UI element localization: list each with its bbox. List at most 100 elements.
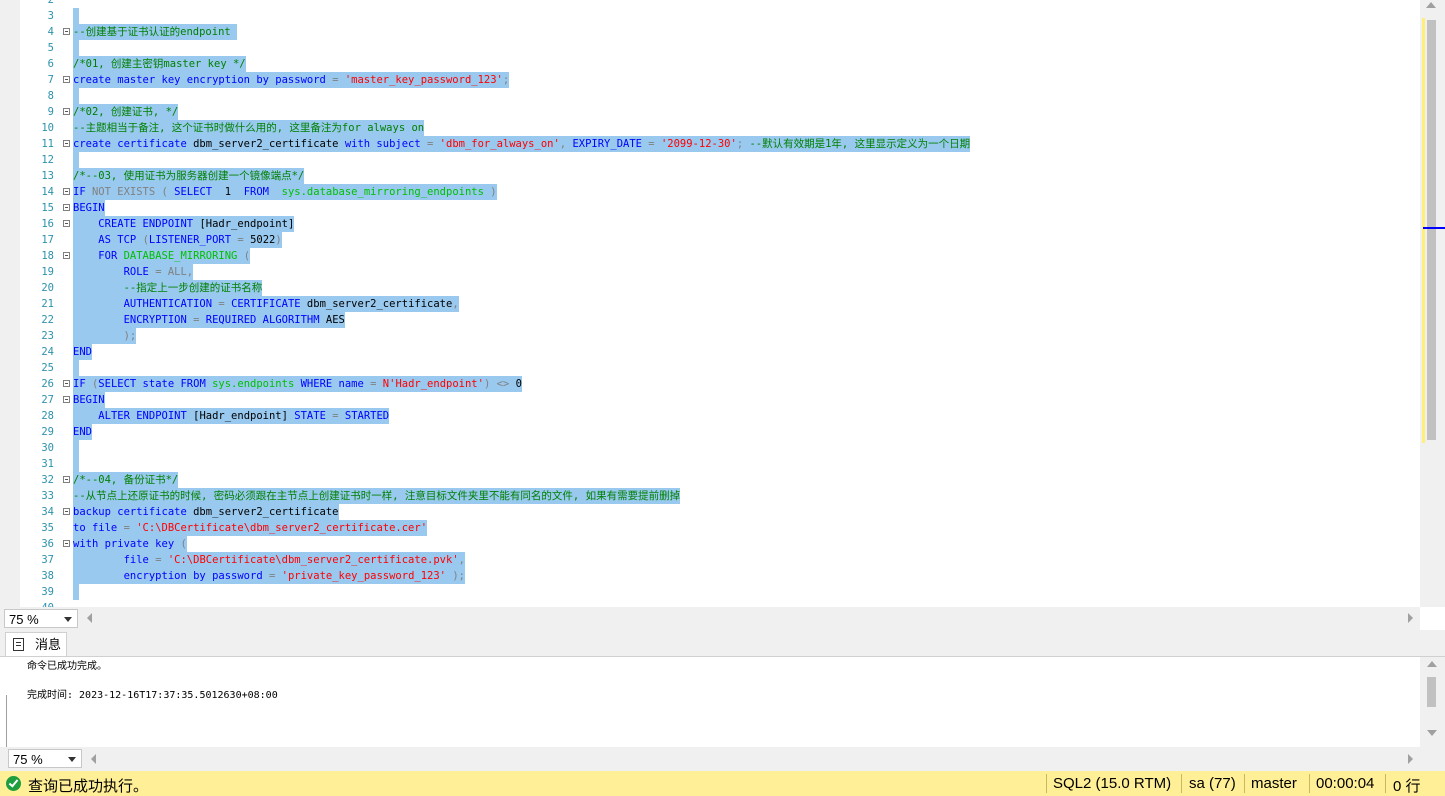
code-token: 'C:\DBCertificate\dbm_server2_certificat…: [167, 554, 459, 566]
code-line[interactable]: 24 END: [0, 344, 1420, 360]
code-line[interactable]: 37 file = 'C:\DBCertificate\dbm_server2_…: [0, 552, 1420, 568]
code-token: /*--03, 使用证书为服务器创建一个镜像端点*/: [73, 170, 305, 182]
messages-zoom-select[interactable]: 75 %: [8, 749, 82, 768]
code-text: IF (SELECT state FROM sys.endpoints WHER…: [73, 376, 522, 392]
code-text: with private key (: [73, 536, 187, 552]
code-line[interactable]: 20 --指定上一步创建的证书名称: [0, 280, 1420, 296]
code-line[interactable]: 7 create master key encryption by passwor…: [0, 72, 1420, 88]
collapse-outline-icon[interactable]: [63, 476, 70, 483]
code-line[interactable]: 21 AUTHENTICATION = CERTIFICATE dbm_serv…: [0, 296, 1420, 312]
tab-messages[interactable]: 消息: [5, 632, 67, 656]
code-line[interactable]: 29 END: [0, 424, 1420, 440]
code-line[interactable]: 8: [0, 88, 1420, 104]
collapse-outline-icon[interactable]: [63, 188, 70, 195]
code-line[interactable]: 6 /*01, 创建主密钥master key */: [0, 56, 1420, 72]
code-token: dbm_server2_certificate: [306, 298, 453, 310]
code-line[interactable]: 5: [0, 40, 1420, 56]
code-token: create master key encryption by password: [73, 74, 333, 86]
line-number: 33: [41, 490, 54, 502]
code-token: ROLE: [123, 266, 156, 278]
chevron-down-icon[interactable]: [68, 757, 76, 762]
code-line[interactable]: 39: [0, 584, 1420, 600]
code-line[interactable]: 14 IF NOT EXISTS ( SELECT 1 FROM sys.data…: [0, 184, 1420, 200]
collapse-outline-icon[interactable]: [63, 252, 70, 259]
scroll-up-arrow-icon[interactable]: [1426, 2, 1436, 8]
query-editor[interactable]: 23 4 --创建基于证书认证的endpoint 5 6/*01, 创建主密钥ma…: [0, 0, 1445, 607]
code-line[interactable]: 26 IF (SELECT state FROM sys.endpoints WH…: [0, 376, 1420, 392]
code-line[interactable]: 3: [0, 8, 1420, 24]
code-line[interactable]: 36 with private key (: [0, 536, 1420, 552]
code-text: [73, 88, 80, 104]
code-token: ;: [736, 138, 750, 150]
scroll-up-arrow-icon[interactable]: [1427, 661, 1437, 667]
collapse-outline-icon[interactable]: [63, 204, 70, 211]
scroll-down-arrow-icon[interactable]: [1427, 730, 1437, 736]
collapse-outline-icon[interactable]: [63, 140, 70, 147]
collapse-outline-icon[interactable]: [63, 396, 70, 403]
code-token: LISTENER_PORT: [148, 234, 238, 246]
code-line[interactable]: 28 ALTER ENDPOINT [Hadr_endpoint] STATE …: [0, 408, 1420, 424]
collapse-outline-icon[interactable]: [63, 380, 70, 387]
code-line[interactable]: 10 --主题相当于备注, 这个证书时做什么用的, 这里备注为for always…: [0, 120, 1420, 136]
code-token: file: [123, 554, 156, 566]
code-token: STATE: [294, 410, 333, 422]
code-line[interactable]: 18 FOR DATABASE_MIRRORING (: [0, 248, 1420, 264]
line-number: 34: [41, 506, 54, 518]
messages-pane[interactable]: 命令已成功完成。 完成时间: 2023-12-16T17:37:35.50126…: [0, 657, 1445, 747]
code-line[interactable]: 38 encryption by password = 'private_key…: [0, 568, 1420, 584]
line-number: 40: [20, 600, 54, 607]
code-token: ;: [502, 74, 510, 86]
code-token: --指定上一步创建的证书名称: [123, 282, 263, 294]
chevron-down-icon[interactable]: [64, 617, 72, 622]
code-line[interactable]: 40: [0, 600, 1420, 607]
code-line[interactable]: 27 BEGIN: [0, 392, 1420, 408]
code-line[interactable]: 11 create certificate dbm_server2_certifi…: [0, 136, 1420, 152]
collapse-outline-icon[interactable]: [63, 28, 70, 35]
code-line[interactable]: 31: [0, 456, 1420, 472]
code-token: NOT EXISTS (: [91, 186, 175, 198]
code-line[interactable]: 19 ROLE = ALL,: [0, 264, 1420, 280]
code-line[interactable]: 23 );: [0, 328, 1420, 344]
code-line[interactable]: 30: [0, 440, 1420, 456]
code-line[interactable]: 15 BEGIN: [0, 200, 1420, 216]
code-line[interactable]: 22 ENCRYPTION = REQUIRED ALGORITHM AES: [0, 312, 1420, 328]
code-line[interactable]: 13 /*--03, 使用证书为服务器创建一个镜像端点*/: [0, 168, 1420, 184]
code-token: WHERE name: [294, 378, 371, 390]
code-text: AS TCP (LISTENER_PORT = 5022): [73, 232, 282, 248]
code-line[interactable]: 32 /*--04, 备份证书*/: [0, 472, 1420, 488]
code-line[interactable]: 9 /*02, 创建证书, */: [0, 104, 1420, 120]
collapse-outline-icon[interactable]: [63, 76, 70, 83]
scroll-right-arrow-icon[interactable]: [1408, 754, 1413, 764]
scroll-left-arrow-icon[interactable]: [91, 754, 96, 764]
code-line[interactable]: 16 CREATE ENDPOINT [Hadr_endpoint]: [0, 216, 1420, 232]
scrollbar-thumb[interactable]: [1427, 20, 1436, 440]
code-line[interactable]: 2: [0, 0, 1420, 8]
code-text: --创建基于证书认证的endpoint: [73, 24, 238, 40]
line-number: 4: [47, 26, 54, 38]
scroll-right-arrow-icon[interactable]: [1408, 613, 1413, 623]
code-token: 'C:\DBCertificate\dbm_server2_certificat…: [136, 522, 428, 534]
collapse-outline-icon[interactable]: [63, 540, 70, 547]
code-line[interactable]: 34 backup certificate dbm_server2_certifi…: [0, 504, 1420, 520]
scroll-left-arrow-icon[interactable]: [87, 613, 92, 623]
code-line[interactable]: 35 to file = 'C:\DBCertificate\dbm_server…: [0, 520, 1420, 536]
scrollbar-thumb[interactable]: [1427, 677, 1436, 707]
editor-vertical-scrollbar[interactable]: [1420, 0, 1445, 607]
code-line[interactable]: 33 --从节点上还原证书的时候, 密码必须跟在主节点上创建证书时一样, 注意目标…: [0, 488, 1420, 504]
collapse-outline-icon[interactable]: [63, 508, 70, 515]
code-line[interactable]: 17 AS TCP (LISTENER_PORT = 5022): [0, 232, 1420, 248]
messages-vertical-scrollbar[interactable]: [1420, 657, 1445, 747]
code-text: create certificate dbm_server2_certifica…: [73, 136, 971, 152]
editor-zoom-select[interactable]: 75 %: [4, 609, 78, 628]
code-line[interactable]: 25: [0, 360, 1420, 376]
code-line[interactable]: 4 --创建基于证书认证的endpoint: [0, 24, 1420, 40]
messages-margin-line: [6, 695, 7, 747]
collapse-outline-icon[interactable]: [63, 220, 70, 227]
code-line[interactable]: 12: [0, 152, 1420, 168]
message-line-completed: 命令已成功完成。: [27, 661, 107, 672]
status-server: SQL2 (15.0 RTM): [1053, 775, 1172, 792]
collapse-outline-icon[interactable]: [63, 108, 70, 115]
